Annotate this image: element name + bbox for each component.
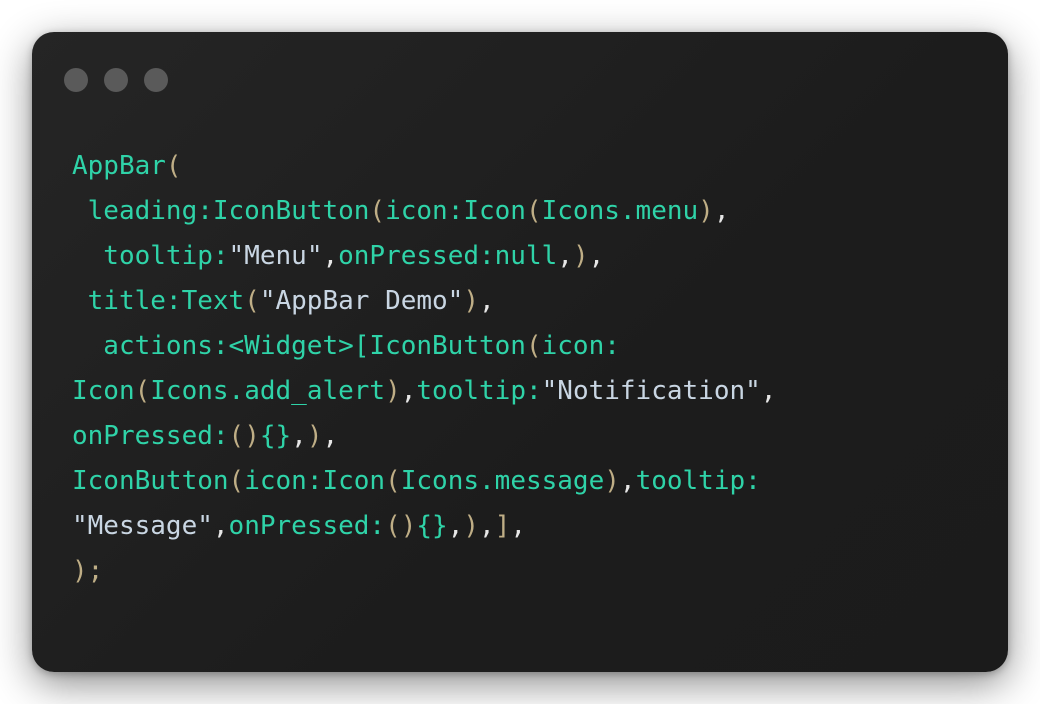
code-line: "Message",onPressed:(){},),], — [72, 504, 776, 549]
code-token: icon: — [541, 331, 620, 361]
code-token: () — [228, 421, 260, 451]
code-token: ( — [385, 466, 401, 496]
code-token: AppBar — [72, 151, 166, 181]
code-token: title:Text — [72, 286, 245, 316]
code-token: ( — [369, 196, 386, 226]
code-token: IconButton — [72, 466, 229, 496]
code-token: tooltip: — [416, 376, 542, 406]
code-token: "AppBar Demo" — [259, 286, 464, 316]
code-token: ) — [572, 241, 589, 271]
code-token: ) — [463, 286, 479, 316]
code-token: , — [322, 241, 339, 271]
code-token: {} — [259, 421, 292, 451]
code-token: () — [385, 511, 417, 541]
code-token: , — [760, 376, 777, 406]
code-token: ) — [385, 376, 401, 406]
code-token: , — [479, 286, 495, 316]
code-token: ( — [228, 466, 245, 496]
code-token: , — [322, 421, 339, 451]
code-block: AppBar( leading:IconButton(icon:Icon(Ico… — [72, 144, 776, 594]
code-token: onPressed: — [228, 511, 386, 541]
code-token: onPressed: — [72, 421, 229, 451]
code-token: ( — [525, 331, 542, 361]
close-dot-icon[interactable] — [64, 68, 88, 92]
maximize-dot-icon[interactable] — [144, 68, 168, 92]
code-token: tooltip: — [72, 241, 229, 271]
code-line: ); — [72, 549, 776, 594]
code-token: , — [588, 241, 605, 271]
code-token: ) — [604, 466, 620, 496]
code-line: Icon(Icons.add_alert),tooltip:"Notificat… — [72, 369, 776, 414]
code-token: , — [619, 466, 636, 496]
code-line: leading:IconButton(icon:Icon(Icons.menu)… — [72, 189, 776, 234]
code-token: , — [447, 511, 464, 541]
code-token: , — [510, 511, 526, 541]
code-token: ( — [525, 196, 542, 226]
code-token: ] — [494, 511, 511, 541]
code-token: Icons.menu — [541, 196, 699, 226]
minimize-dot-icon[interactable] — [104, 68, 128, 92]
code-window: AppBar( leading:IconButton(icon:Icon(Ico… — [32, 32, 1008, 672]
code-token: leading:IconButton — [72, 196, 370, 226]
code-line: actions:<Widget>[IconButton(icon: — [72, 324, 776, 369]
code-token: Icons.add_alert — [150, 376, 386, 406]
code-token: tooltip: — [635, 466, 761, 496]
code-token: , — [212, 511, 229, 541]
code-token: "Menu" — [228, 241, 323, 271]
code-token: , — [291, 421, 307, 451]
code-line: onPressed:(){},), — [72, 414, 776, 459]
code-token: , — [479, 511, 495, 541]
code-token: , — [557, 241, 573, 271]
code-token: , — [400, 376, 417, 406]
code-token: ( — [134, 376, 151, 406]
code-token: {} — [416, 511, 448, 541]
code-token: "Message" — [72, 511, 213, 541]
code-token: ( — [165, 151, 182, 181]
code-line: tooltip:"Menu",onPressed:null,), — [72, 234, 776, 279]
code-token: ) — [306, 421, 323, 451]
code-token: Icon — [72, 376, 135, 406]
window-controls — [64, 68, 168, 92]
code-line: title:Text("AppBar Demo"), — [72, 279, 776, 324]
code-token: ) — [698, 196, 714, 226]
code-token: ) — [463, 511, 480, 541]
code-token: "Notification" — [541, 376, 761, 406]
code-token: actions:<Widget>[IconButton — [72, 331, 526, 361]
code-token: icon:Icon — [385, 196, 526, 226]
code-token: onPressed:null — [338, 241, 558, 271]
code-token: ); — [72, 556, 104, 586]
code-token: Icons.message — [400, 466, 605, 496]
code-line: AppBar( — [72, 144, 776, 189]
code-line: IconButton(icon:Icon(Icons.message),tool… — [72, 459, 776, 504]
code-token: , — [713, 196, 730, 226]
code-token: icon:Icon — [244, 466, 386, 496]
code-token: ( — [244, 286, 260, 316]
